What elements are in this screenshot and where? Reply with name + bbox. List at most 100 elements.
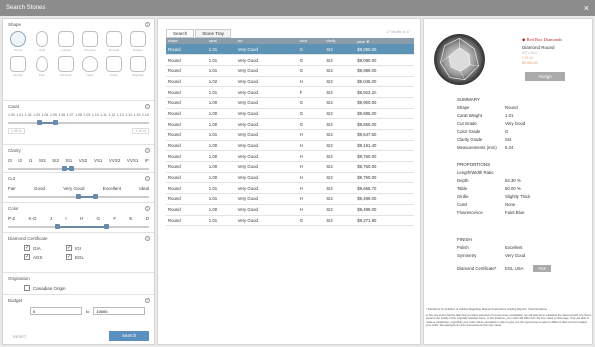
- carat-min-value[interactable]: 1.00 ct: [8, 128, 25, 134]
- shape-option[interactable]: Radiant: [128, 31, 148, 52]
- shape-option[interactable]: Emerald: [104, 31, 124, 52]
- shape-option[interactable]: Pear: [32, 56, 52, 77]
- reset-button[interactable]: RESET: [13, 334, 26, 339]
- color-option[interactable]: F: [113, 216, 116, 221]
- clarity-option[interactable]: IF: [145, 158, 149, 163]
- checkbox-box[interactable]: ✓: [66, 254, 72, 260]
- checkbox-box[interactable]: ✓: [24, 254, 30, 260]
- help-icon[interactable]: ?: [145, 22, 150, 27]
- assign-button[interactable]: Assign: [525, 72, 565, 81]
- table-row[interactable]: Round 1.01 Very Good G SI2 $9,989.00: [166, 65, 414, 77]
- carat-slider[interactable]: [8, 120, 149, 126]
- help-icon[interactable]: ?: [145, 236, 150, 241]
- search-button[interactable]: Search: [109, 331, 149, 341]
- close-icon[interactable]: ×: [584, 0, 589, 16]
- slider-handle-max[interactable]: [104, 224, 110, 229]
- cushion-shape-icon[interactable]: [58, 31, 74, 47]
- pear-shape-icon[interactable]: [36, 56, 48, 72]
- color-option[interactable]: J: [50, 216, 52, 221]
- baguette-shape-icon[interactable]: [130, 56, 146, 72]
- shape-option[interactable]: Round: [8, 31, 28, 52]
- canadian-origin-checkbox[interactable]: Canadian Origin: [24, 285, 149, 291]
- shape-option[interactable]: Princess: [80, 31, 100, 52]
- color-option[interactable]: H: [80, 216, 83, 221]
- color-option[interactable]: D: [146, 216, 149, 221]
- help-icon[interactable]: ?: [145, 206, 150, 211]
- table-row[interactable]: Round 1.00 Very Good H SI2 $9,750.00: [166, 172, 414, 184]
- emerald-shape-icon[interactable]: [106, 31, 122, 47]
- shape-option[interactable]: Trillion: [104, 56, 124, 77]
- shape-option[interactable]: Heart: [80, 56, 100, 77]
- cut-option[interactable]: Ideal: [139, 186, 149, 191]
- slider-handle-min[interactable]: [61, 166, 67, 171]
- cut-option[interactable]: Fair: [8, 186, 16, 191]
- color-option[interactable]: G: [97, 216, 101, 221]
- table-row[interactable]: Round 1.01 Very Good G SI2 $9,271.80: [166, 215, 414, 227]
- asscher-shape-icon[interactable]: [10, 56, 26, 72]
- table-row[interactable]: Round 1.00 Very Good H SI2 $9,750.00: [166, 161, 414, 173]
- tab-stone-tray[interactable]: Stone Tray: [195, 29, 232, 38]
- checkbox-box[interactable]: ✓: [66, 245, 72, 251]
- table-row[interactable]: Round 1.01 Very Good G SI2 $9,080.00: [166, 44, 414, 56]
- certificate-checkbox[interactable]: ✓ AGS: [24, 254, 66, 260]
- marquise-shape-icon[interactable]: [58, 56, 74, 72]
- help-icon[interactable]: ?: [145, 298, 150, 303]
- table-row[interactable]: Round 1.01 Very Good H SI2 $9,647.50: [166, 129, 414, 141]
- color-option[interactable]: I: [65, 216, 66, 221]
- checkbox-box[interactable]: ✓: [24, 245, 30, 251]
- certificate-checkbox[interactable]: ✓ EGL: [66, 254, 108, 260]
- budget-min-input[interactable]: [30, 307, 82, 315]
- heart-shape-icon[interactable]: [82, 56, 98, 72]
- tab-search[interactable]: Search: [166, 29, 195, 38]
- shape-option[interactable]: Oval: [32, 31, 52, 52]
- color-option[interactable]: K-O: [29, 216, 37, 221]
- shape-option[interactable]: Baguette: [128, 56, 148, 77]
- clarity-option[interactable]: VVS1: [127, 158, 139, 163]
- clarity-option[interactable]: VVS2: [109, 158, 121, 163]
- slider-handle-min[interactable]: [36, 120, 42, 125]
- help-icon[interactable]: ?: [145, 176, 150, 181]
- slider-handle-min[interactable]: [76, 194, 81, 199]
- table-row[interactable]: Round 1.00 Very Good H SI2 $9,750.00: [166, 150, 414, 163]
- clarity-option[interactable]: I3: [8, 158, 12, 163]
- clarity-option[interactable]: SI2: [52, 158, 59, 163]
- shape-option[interactable]: Marquise: [56, 56, 76, 77]
- princess-shape-icon[interactable]: [82, 31, 98, 47]
- table-row[interactable]: Round 1.01 Very Good H SI2 $9,665.70: [166, 182, 414, 195]
- table-row[interactable]: Round 1.00 Very Good G SI2 $9,885.00: [166, 108, 414, 120]
- certificate-checkbox[interactable]: ✓ GIA: [24, 245, 66, 251]
- shape-option[interactable]: Cushion: [56, 31, 76, 52]
- table-row[interactable]: Round 1.00 Very Good H SI2 $9,161.40: [166, 140, 414, 152]
- color-option[interactable]: E: [129, 216, 132, 221]
- cut-option[interactable]: Excellent: [103, 186, 121, 191]
- radiant-shape-icon[interactable]: [130, 31, 146, 47]
- color-option[interactable]: P-Z: [8, 216, 15, 221]
- clarity-option[interactable]: I2: [18, 158, 22, 163]
- table-row[interactable]: Round 1.00 Very Good H SI2 $9,499.00: [166, 204, 414, 216]
- slider-handle-min[interactable]: [54, 224, 60, 229]
- clarity-option[interactable]: SI3: [39, 158, 46, 163]
- round-shape-icon[interactable]: [10, 31, 26, 47]
- color-slider[interactable]: [8, 224, 149, 230]
- cut-slider[interactable]: [8, 194, 149, 200]
- clarity-option[interactable]: VS2: [79, 158, 88, 163]
- table-row[interactable]: Round 1.01 Very Good F SI2 $9,923.2n: [166, 86, 414, 98]
- carat-max-value[interactable]: 1.16 ct: [132, 128, 149, 134]
- slider-handle-max[interactable]: [53, 120, 59, 125]
- sort-down-icon[interactable]: ▼: [366, 39, 370, 44]
- table-row[interactable]: Round 1.01 Very Good G SI2 $9,080.00: [166, 54, 414, 66]
- table-row[interactable]: Round 1.01 Very Good H SI2 $9,499.00: [166, 193, 414, 205]
- clarity-option[interactable]: SI1: [65, 158, 72, 163]
- certificate-checkbox[interactable]: ✓ IGI: [66, 245, 108, 251]
- oval-shape-icon[interactable]: [36, 31, 48, 47]
- slider-handle-max[interactable]: [68, 166, 74, 171]
- clarity-slider[interactable]: [8, 166, 149, 172]
- clarity-option[interactable]: VS1: [94, 158, 103, 163]
- clarity-option[interactable]: I1: [29, 158, 33, 163]
- cut-option[interactable]: Very Good: [63, 186, 84, 191]
- budget-max-input[interactable]: [93, 307, 146, 315]
- table-row[interactable]: Round 1.00 Very Good G SI2 $9,900.00: [166, 97, 414, 109]
- table-row[interactable]: Round 1.00 Very Good G SI2 $9,855.00: [166, 118, 414, 130]
- pdf-button[interactable]: PDF: [533, 264, 552, 272]
- table-row[interactable]: Round 1.02 Very Good H SI2 $9,045.00: [166, 76, 414, 88]
